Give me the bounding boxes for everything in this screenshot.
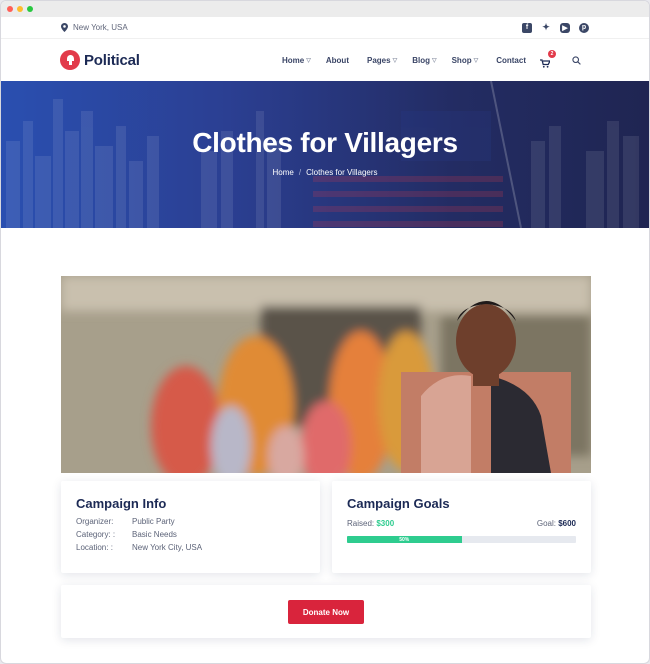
facebook-icon[interactable]: f [522,22,532,33]
nav-item-shop[interactable]: Shop ▽ [452,56,479,65]
nav-item-label: Pages [366,55,391,65]
breadcrumb: Home / Clothes for Villagers [1,168,649,177]
breadcrumb-separator: / [298,168,302,177]
nav-item-label: Shop [451,55,472,65]
main-navigation: Political Home ▽ About Pages ▽ Blog ▽ Shop ▽… [1,39,649,81]
chevron-down-icon: ▽ [431,57,437,64]
campaign-photo [61,276,591,473]
chevron-down-icon: ▽ [392,57,398,64]
chevron-down-icon: ▽ [473,57,479,64]
chevron-down-icon: ▽ [306,57,311,64]
raised-label: Raised: [347,519,375,528]
info-key: Location: : [76,543,113,552]
breadcrumb-current: Clothes for Villagers [306,168,378,177]
goal-value: $600 [558,519,576,528]
maximize-window-dot[interactable] [27,6,33,12]
campaign-info-list: Organizer: Public Party Category: : Basic … [76,517,305,552]
nav-menu: Home ▽ About Pages ▽ Blog ▽ Shop ▽ Contact 2 [282,50,581,68]
nav-item-contact[interactable]: Contact [496,56,526,65]
progress-fill: 50% [347,536,462,543]
logo-icon [60,50,80,70]
logo-text: Political [84,51,140,69]
browser-window: New York, USA f ✦ ▶ p Political Home ▽ Ab… [0,0,650,664]
info-key: Organizer: [76,517,114,526]
info-key: Category: : [76,530,116,539]
search-icon[interactable] [572,55,581,65]
progress-text: 50% [399,536,410,543]
twitter-icon[interactable]: ✦ [541,22,551,33]
goal-label: Goal: [536,519,556,528]
close-window-dot[interactable] [7,6,13,12]
nav-item-home[interactable]: Home ▽ [282,56,311,65]
pinterest-icon[interactable]: p [579,22,589,33]
page-banner: Clothes for Villagers Home / Clothes for V… [1,81,649,228]
youtube-icon[interactable]: ▶ [560,22,570,33]
campaign-info-card: Campaign Info Organizer: Public Party Cat… [61,481,320,573]
raised-amount: Raised: $300 [347,519,394,528]
nav-item-label: About [325,55,349,65]
window-titlebar [1,1,649,17]
page-title: Clothes for Villagers [192,127,458,158]
donate-now-button[interactable]: Donate Now [288,600,364,624]
location-pin-icon [61,23,68,32]
nav-item-pages[interactable]: Pages ▽ [367,56,397,65]
nav-item-blog[interactable]: Blog ▽ [412,56,436,65]
top-info-bar: New York, USA f ✦ ▶ p [1,17,649,39]
nav-item-label: Home [282,55,305,65]
goal-amounts: Raised: $300 Goal: $600 [347,519,576,528]
info-value: Basic Needs [132,530,177,539]
nav-item-about[interactable]: About [326,56,349,65]
info-value: New York City, USA [132,543,203,552]
info-row-location: Location: : New York City, USA [76,543,305,552]
breadcrumb-home[interactable]: Home [272,168,293,177]
cart-count-badge: 2 [548,50,556,58]
cart-icon [540,59,552,68]
info-row-organizer: Organizer: Public Party [76,517,305,526]
nav-item-label: Contact [496,55,526,65]
info-row-category: Category: : Basic Needs [76,530,305,539]
cart-button[interactable]: 2 [540,50,556,68]
progress-bar: 50% [347,536,576,543]
social-links: f ✦ ▶ p [522,22,589,33]
info-value: Public Party [132,517,175,526]
campaign-goals-title: Campaign Goals [347,496,450,511]
goal-amount: Goal: $600 [537,519,576,528]
campaign-goals-card: Campaign Goals Raised: $300 Goal: $600 5… [332,481,591,573]
minimize-window-dot[interactable] [17,6,23,12]
location-text: New York, USA [73,23,128,32]
nav-item-label: Blog [412,55,430,65]
location-info: New York, USA [61,23,128,32]
raised-value: $300 [376,519,395,528]
campaign-info-title: Campaign Info [76,496,167,511]
site-logo[interactable]: Political [60,50,140,70]
